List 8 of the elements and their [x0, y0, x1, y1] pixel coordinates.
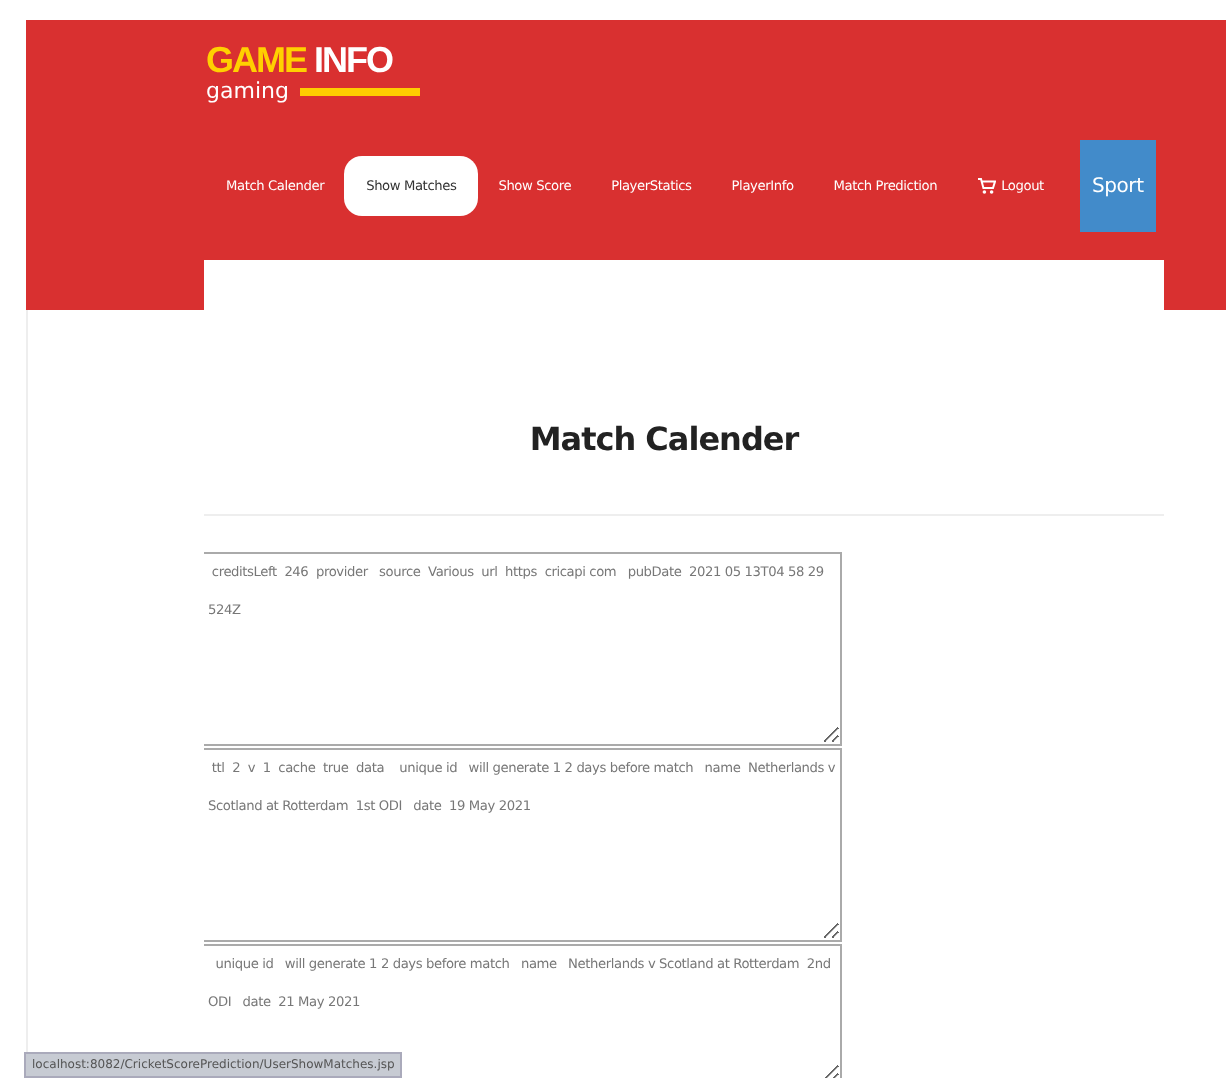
cart-icon [977, 178, 996, 194]
logo[interactable]: GAME INFO gaming [206, 40, 421, 104]
page-heading: Match Calender [527, 420, 802, 458]
logo-underline [300, 88, 421, 96]
logo-text: INFO [314, 40, 392, 80]
sport-button[interactable]: Sport [1079, 140, 1156, 232]
logo-text: GAME [206, 40, 306, 80]
logo-tagline: gaming [206, 80, 289, 104]
